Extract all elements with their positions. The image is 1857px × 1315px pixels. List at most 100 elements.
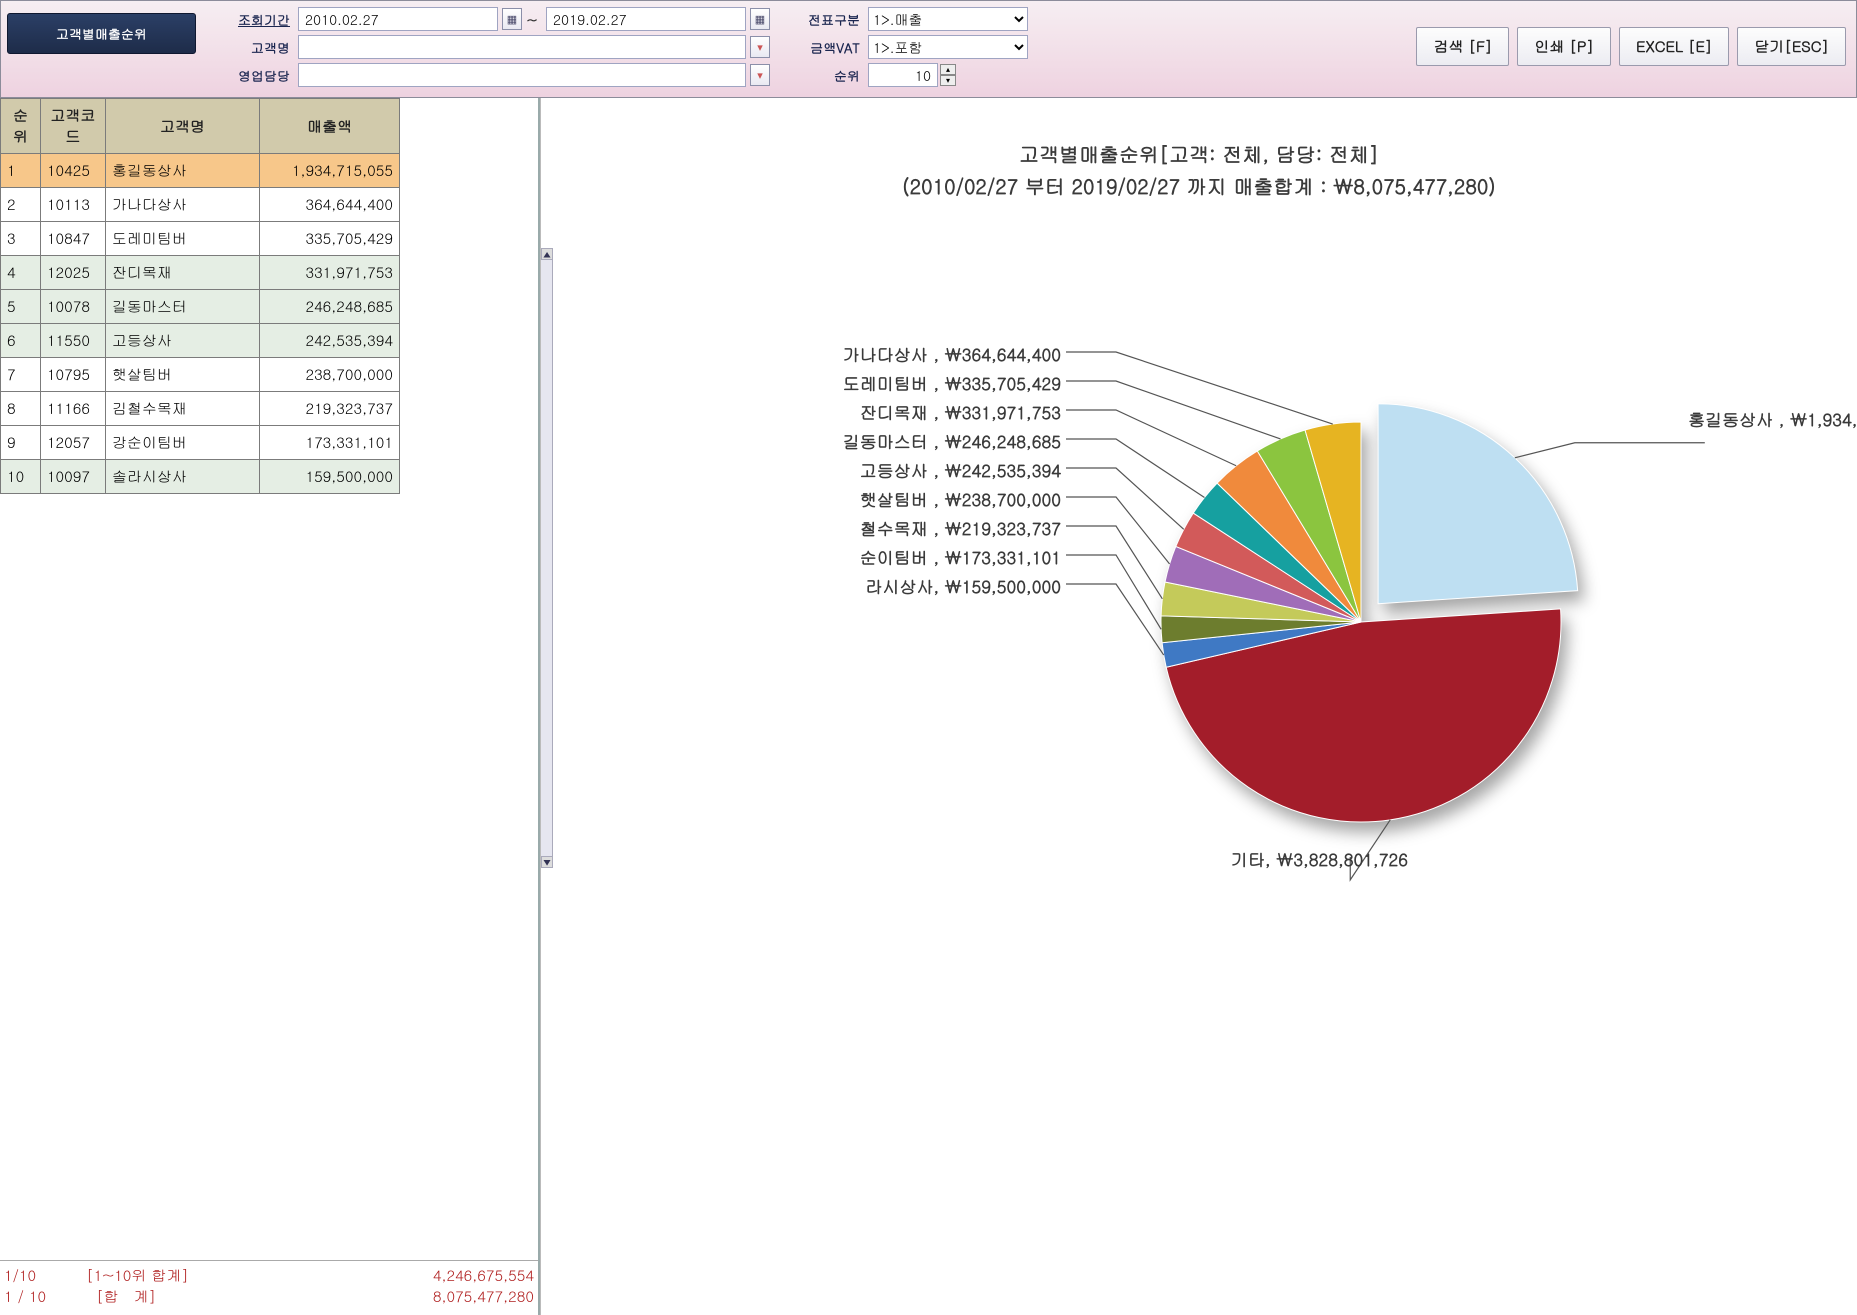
pie-label-left: 도레미팀버 , ￦335,705,429 (561, 371, 1061, 395)
print-button[interactable]: 인쇄 [P] (1517, 27, 1611, 66)
col-amount: 매출액 (260, 99, 400, 154)
calendar-icon[interactable]: ▦ (750, 8, 770, 30)
chart-title: 고객별매출순위[고객: 전체, 담당: 전체] (2010/02/27 부터 2… (541, 138, 1857, 202)
cell-amount: 1,934,715,055 (260, 154, 400, 188)
cell-name: 도레미팀버 (105, 222, 259, 256)
spin-up-icon[interactable]: ▴ (940, 64, 956, 75)
action-buttons: 검색 [F] 인쇄 [P] EXCEL [E] 닫기[ESC] (1416, 27, 1846, 66)
slip-type-label: 전표구분 (784, 10, 864, 29)
summary-bar: 1/10 [1~10위 합계] 4,246,675,554 1 / 10 [합 … (0, 1260, 538, 1315)
cell-rank: 9 (1, 426, 41, 460)
cell-code: 12057 (40, 426, 105, 460)
page-title: 고객별매출순위 (7, 13, 196, 54)
pie-label-left: 가나다상사 , ￦364,644,400 (561, 342, 1061, 366)
cell-rank: 7 (1, 358, 41, 392)
cell-name: 김철수목재 (105, 392, 259, 426)
cell-rank: 4 (1, 256, 41, 290)
table-row[interactable]: 510078길동마스터246,248,685 (1, 290, 400, 324)
picker-icon[interactable]: ▾ (750, 64, 770, 86)
filter-grid-1: 조회기간 ▦ ~ ▦ 고객명 ▾ 영업담당 ▾ (214, 7, 766, 87)
rep-label: 영업담당 (214, 66, 294, 85)
table-row[interactable]: 611550고등상사242,535,394 (1, 324, 400, 358)
summary-pos-1: 1/10 (4, 1265, 36, 1286)
summary-label-2: [합 계] (96, 1286, 156, 1307)
pie-label-left: 순이팀버 , ￦173,331,101 (561, 545, 1061, 569)
pie-label-left: 길동마스터 , ￦246,248,685 (561, 429, 1061, 453)
pie-chart: 홍길동상사 , ￦1,934,71 기타, ￦3,828,801,726 가나다… (541, 212, 1857, 992)
spin-down-icon[interactable]: ▾ (940, 75, 956, 86)
cell-amount: 159,500,000 (260, 460, 400, 494)
cell-rank: 8 (1, 392, 41, 426)
cell-name: 길동마스터 (105, 290, 259, 324)
table-row[interactable]: 710795햇살팀버238,700,000 (1, 358, 400, 392)
vat-label: 금액VAT (784, 38, 864, 57)
table-header-row: 순위 고객코드 고객명 매출액 (1, 99, 400, 154)
col-name: 고객명 (105, 99, 259, 154)
date-from-input[interactable] (298, 7, 498, 31)
cell-amount: 364,644,400 (260, 188, 400, 222)
cell-amount: 331,971,753 (260, 256, 400, 290)
cell-rank: 10 (1, 460, 41, 494)
cell-rank: 2 (1, 188, 41, 222)
calendar-icon[interactable]: ▦ (502, 8, 522, 30)
cell-amount: 173,331,101 (260, 426, 400, 460)
cell-name: 잔디목재 (105, 256, 259, 290)
cell-name: 고등상사 (105, 324, 259, 358)
table-row[interactable]: 412025잔디목재331,971,753 (1, 256, 400, 290)
cell-amount: 219,323,737 (260, 392, 400, 426)
cell-code: 10078 (40, 290, 105, 324)
summary-value-2: 8,075,477,280 (354, 1286, 534, 1307)
rank-input[interactable] (868, 63, 938, 87)
summary-pos-2: 1 / 10 (4, 1286, 46, 1307)
cell-name: 솔라시상사 (105, 460, 259, 494)
period-label: 조회기간 (214, 10, 294, 29)
pie-label-bottom: 기타, ￦3,828,801,726 (1231, 847, 1408, 871)
vat-select[interactable]: 1>.포함 (868, 35, 1028, 59)
cell-code: 11166 (40, 392, 105, 426)
cell-rank: 6 (1, 324, 41, 358)
col-rank: 순위 (1, 99, 41, 154)
cell-amount: 238,700,000 (260, 358, 400, 392)
table-row[interactable]: 1010097솔라시상사159,500,000 (1, 460, 400, 494)
sales-rank-table: 순위 고객코드 고객명 매출액 110425홍길동상사1,934,715,055… (0, 98, 400, 494)
cell-name: 홍길동상사 (105, 154, 259, 188)
chart-title-line2: (2010/02/27 부터 2019/02/27 까지 매출합계 : ￦8,0… (541, 170, 1857, 202)
cell-code: 12025 (40, 256, 105, 290)
cell-code: 10847 (40, 222, 105, 256)
chart-pane: ▲ ▼ 고객별매출순위[고객: 전체, 담당: 전체] (2010/02/27 … (540, 98, 1857, 1315)
search-button[interactable]: 검색 [F] (1416, 27, 1509, 66)
cell-rank: 5 (1, 290, 41, 324)
cell-name: 강순이팀버 (105, 426, 259, 460)
cell-name: 가나다상사 (105, 188, 259, 222)
pie-label-left: 잔디목재 , ￦331,971,753 (561, 400, 1061, 424)
table-row[interactable]: 912057강순이팀버173,331,101 (1, 426, 400, 460)
table-row[interactable]: 110425홍길동상사1,934,715,055 (1, 154, 400, 188)
customer-label: 고객명 (214, 38, 294, 57)
pie-label-left: 고등상사 , ￦242,535,394 (561, 458, 1061, 482)
table-row[interactable]: 811166김철수목재219,323,737 (1, 392, 400, 426)
pie-label-right: 홍길동상사 , ￦1,934,71 (1688, 407, 1857, 431)
cell-code: 11550 (40, 324, 105, 358)
cell-name: 햇살팀버 (105, 358, 259, 392)
slip-type-select[interactable]: 1>.매출 (868, 7, 1028, 31)
cell-code: 10425 (40, 154, 105, 188)
excel-button[interactable]: EXCEL [E] (1619, 27, 1729, 66)
cell-rank: 3 (1, 222, 41, 256)
cell-code: 10097 (40, 460, 105, 494)
picker-icon[interactable]: ▾ (750, 36, 770, 58)
cell-amount: 335,705,429 (260, 222, 400, 256)
table-row[interactable]: 310847도레미팀버335,705,429 (1, 222, 400, 256)
customer-input[interactable] (298, 35, 746, 59)
cell-code: 10113 (40, 188, 105, 222)
table-pane: 순위 고객코드 고객명 매출액 110425홍길동상사1,934,715,055… (0, 98, 540, 1315)
close-button[interactable]: 닫기[ESC] (1737, 27, 1846, 66)
date-to-input[interactable] (546, 7, 746, 31)
rep-input[interactable] (298, 63, 746, 87)
work-area: 순위 고객코드 고객명 매출액 110425홍길동상사1,934,715,055… (0, 98, 1857, 1315)
cell-code: 10795 (40, 358, 105, 392)
pie-label-left: 라시상사, ￦159,500,000 (561, 574, 1061, 598)
table-row[interactable]: 210113가나다상사364,644,400 (1, 188, 400, 222)
cell-rank: 1 (1, 154, 41, 188)
col-code: 고객코드 (40, 99, 105, 154)
cell-amount: 246,248,685 (260, 290, 400, 324)
